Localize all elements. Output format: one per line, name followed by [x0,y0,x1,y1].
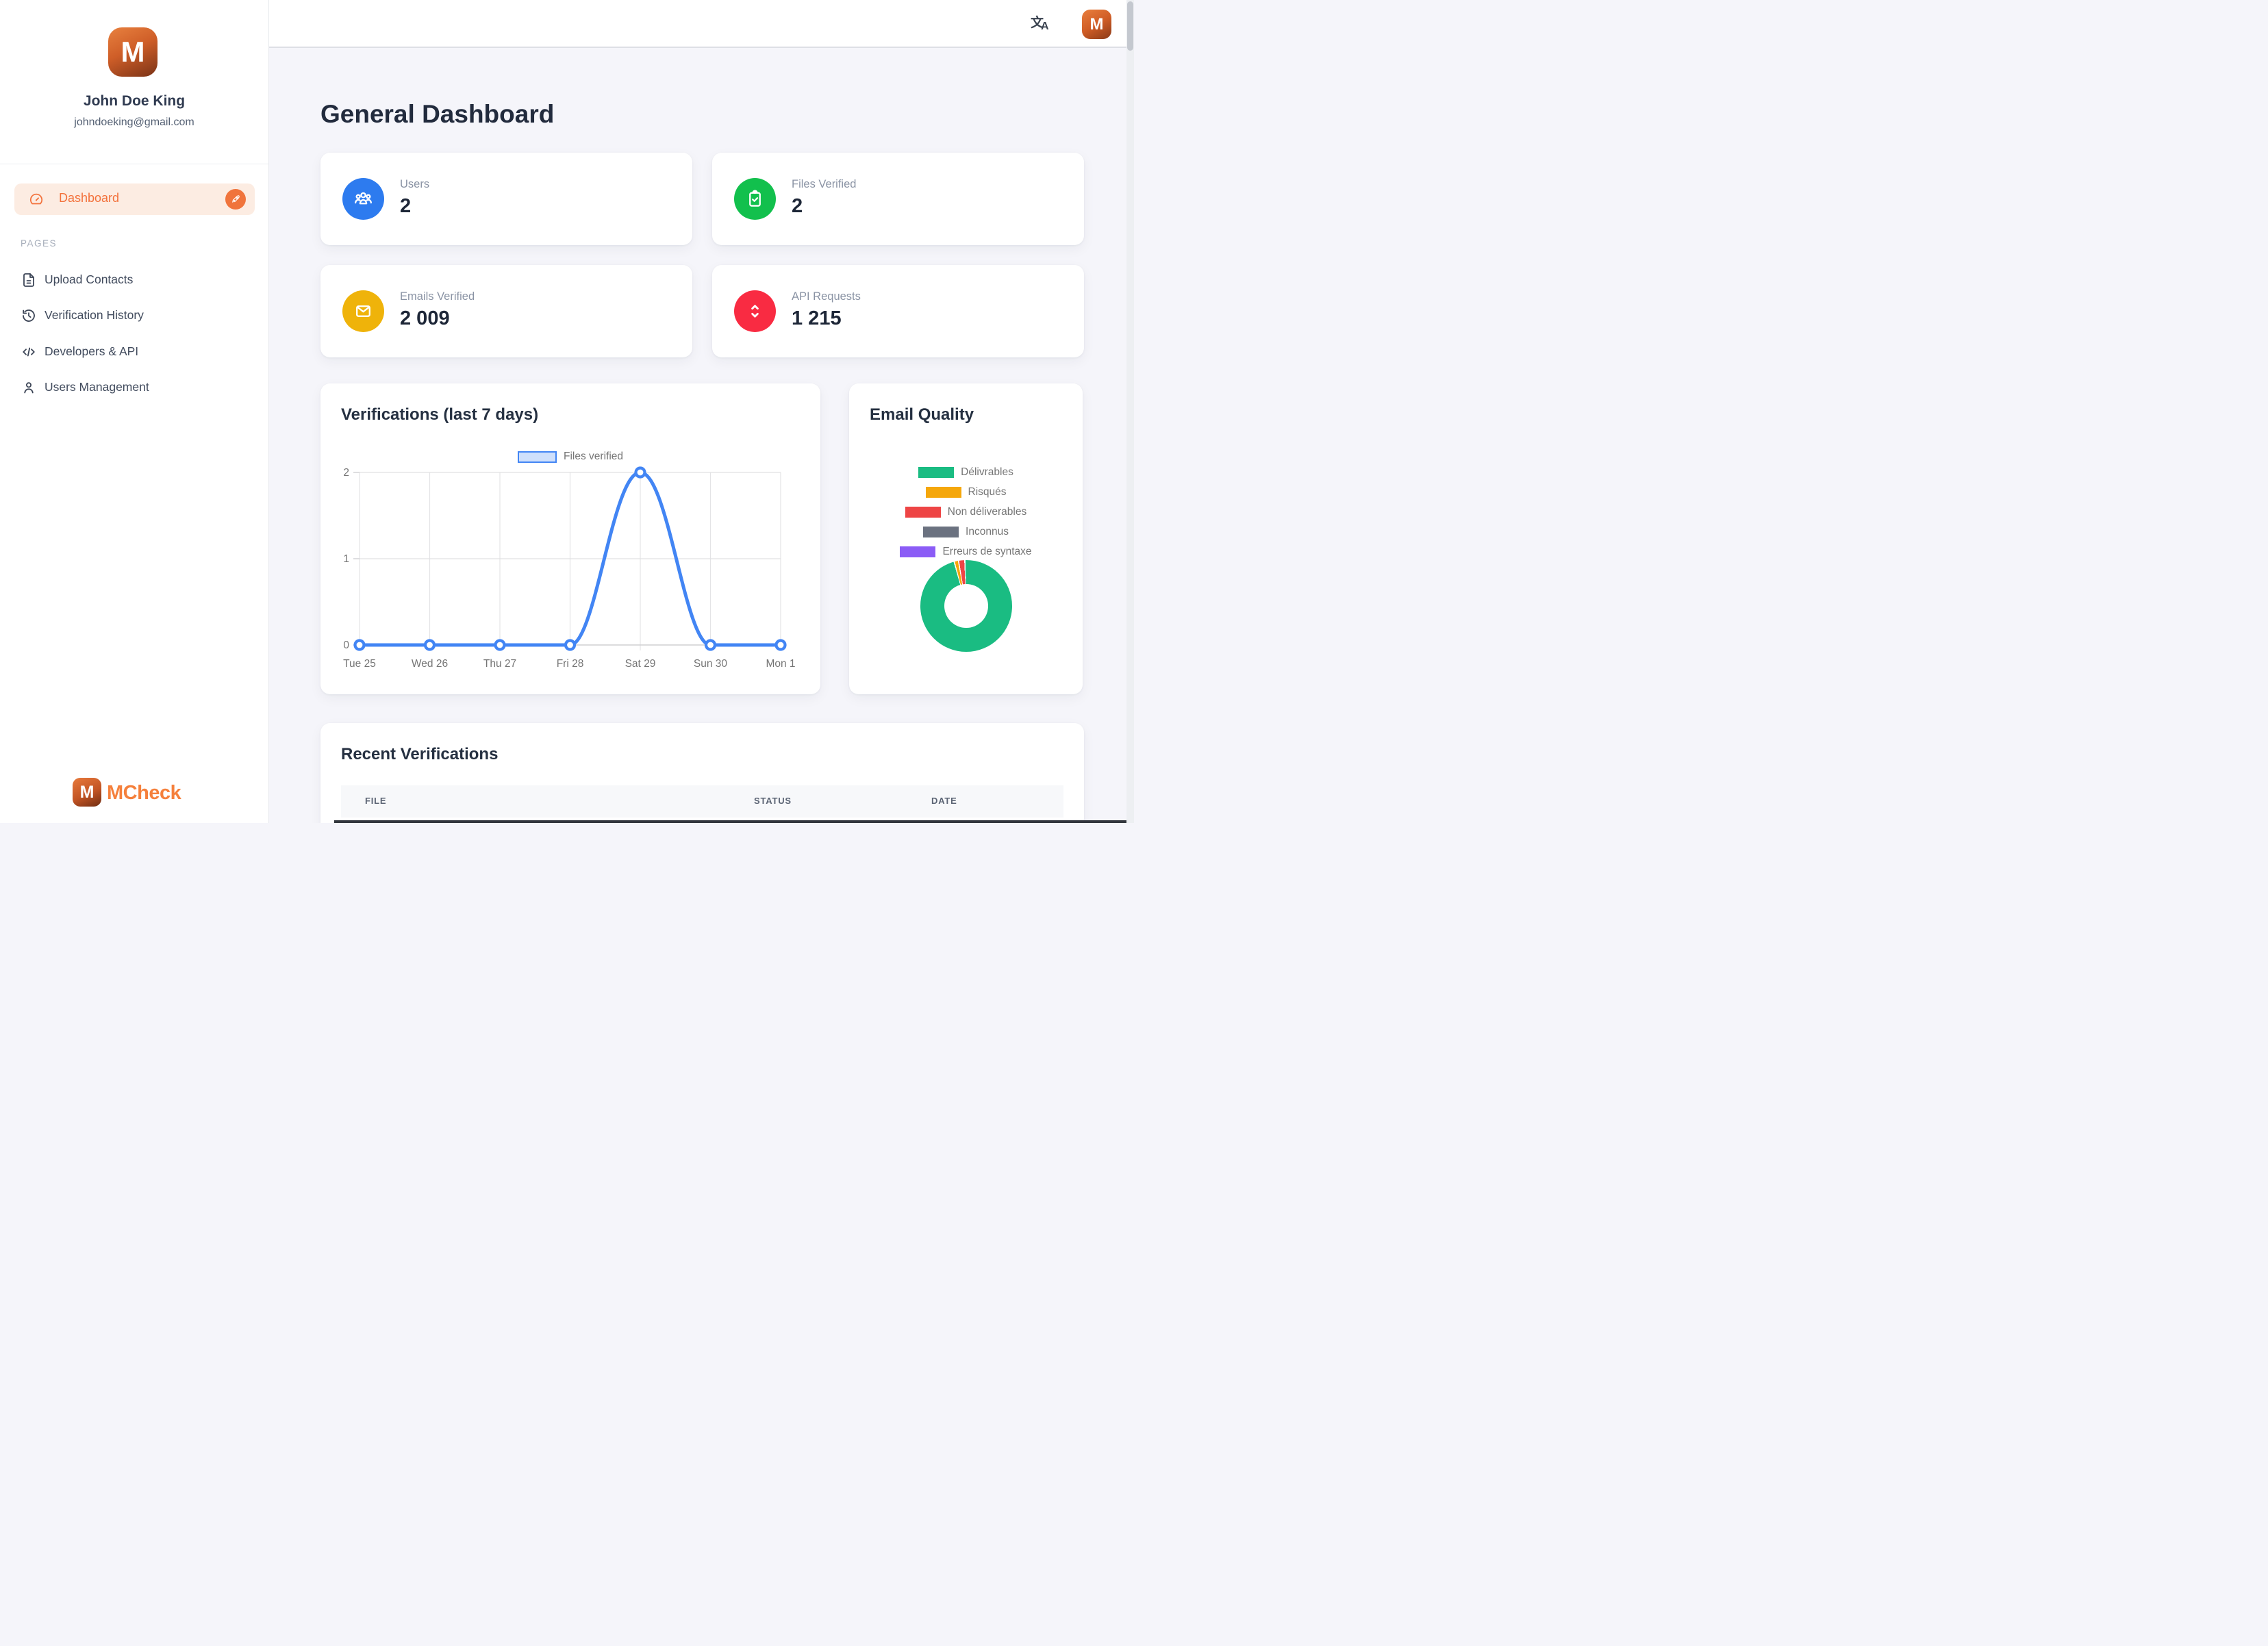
emails-stat-circle [342,290,384,332]
scrollbar-track[interactable] [1126,0,1134,823]
svg-text:1: 1 [343,553,349,565]
stat-card-files-verified: Files Verified 2 [712,153,1084,245]
files-stat-circle [734,178,776,220]
legend-label: Risqués [968,486,1007,498]
stat-label: API Requests [792,290,861,303]
svg-text:0: 0 [343,640,349,651]
mcheck-logo-icon: M [73,778,101,807]
legend-swatch [926,487,961,498]
scrollbar-thumb[interactable] [1127,1,1133,51]
legend-swatch [918,467,954,478]
page-title: General Dashboard [320,100,554,129]
stat-card-emails-verified: Emails Verified 2 009 [320,265,692,357]
legend-item-delivrables: Délivrables [918,467,1013,478]
avatar[interactable]: M [1082,10,1111,39]
code-icon [21,344,37,360]
users-icon [353,188,374,210]
sidebar-item-users-management[interactable]: Users Management [0,373,269,402]
svg-text:Sat 29: Sat 29 [625,658,656,670]
mcheck-wordmark: MCheck [107,782,181,805]
sidebar-item-label: Developers & API [45,344,138,359]
legend-swatch [905,507,941,518]
profile-section: M John Doe King johndoeking@gmail.com [0,0,268,164]
legend-item-inconnus: Inconnus [923,527,1009,537]
column-header-file: FILE [365,796,386,806]
column-header-status: STATUS [754,796,792,806]
stat-label: Files Verified [792,178,856,191]
translate-icon-letter: A [1041,21,1049,33]
history-icon [21,307,37,324]
svg-text:Fri 28: Fri 28 [557,658,584,670]
sidebar-item-label: Dashboard [59,191,119,205]
file-icon [21,272,37,288]
sidebar-item-upload-contacts[interactable]: Upload Contacts [0,266,269,294]
svg-text:Mon 1: Mon 1 [766,658,795,670]
sidebar-item-label: Verification History [45,308,144,322]
legend-label: Non déliverables [948,506,1026,518]
viewport-bottom-edge [334,820,1134,823]
sidebar-section-pages: PAGES [21,238,57,249]
column-header-date: DATE [931,796,957,806]
svg-text:2: 2 [343,467,349,479]
legend-item-risques: Risqués [926,487,1007,498]
table-header-row: FILE STATUS DATE [341,785,1063,818]
sidebar-item-label: Users Management [45,380,149,394]
gauge-icon [28,191,45,207]
user-email: johndoeking@gmail.com [0,116,268,129]
mail-icon [353,301,374,322]
app-root: M John Doe King johndoeking@gmail.com Da… [0,0,1134,823]
legend-swatch [900,546,935,557]
sidebar: M John Doe King johndoeking@gmail.com Da… [0,0,269,823]
legend-label: Délivrables [961,466,1013,479]
user-name: John Doe King [0,93,268,110]
topbar: 文 A M [269,0,1126,48]
stat-value: 2 009 [400,307,450,330]
y-axis-labels: 2 1 0 [343,467,349,651]
x-axis-labels: Tue 25 Wed 26 Thu 27 Fri 28 Sat 29 Sun 3… [343,658,795,670]
language-switch-button[interactable]: 文 A [1029,12,1053,36]
unfold-arrows-icon [744,301,766,322]
stat-value: 2 [792,195,803,218]
sidebar-item-verification-history[interactable]: Verification History [0,301,269,330]
svg-text:Wed 26: Wed 26 [412,658,448,670]
rocket-icon [229,193,242,205]
svg-text:Tue 25: Tue 25 [343,658,376,670]
stat-value: 2 [400,195,411,218]
sidebar-item-developers-api[interactable]: Developers & API [0,338,269,366]
stat-label: Users [400,178,429,191]
svg-text:Sun 30: Sun 30 [694,658,728,670]
sidebar-item-dashboard[interactable]: Dashboard [14,183,255,215]
rocket-badge [225,189,246,210]
api-stat-circle [734,290,776,332]
sidebar-item-label: Upload Contacts [45,273,133,287]
legend-label: Inconnus [966,526,1009,538]
verifications-chart-card: Verifications (last 7 days) Files verifi… [320,383,820,694]
app-logo: M [108,27,158,77]
user-icon [21,379,37,396]
email-quality-card: Email Quality Délivrables Risqués Non dé… [849,383,1083,694]
legend-label: Erreurs de syntaxe [942,546,1031,558]
recent-verifications-title: Recent Verifications [341,745,498,764]
email-quality-title: Email Quality [870,405,974,425]
legend-item-non-deliverables: Non déliverables [905,507,1026,518]
main-content: General Dashboard Users 2 [269,48,1134,823]
legend-item-erreurs-syntaxe: Erreurs de syntaxe [900,546,1031,557]
svg-text:Thu 27: Thu 27 [483,658,516,670]
clipboard-check-icon [744,188,766,210]
stat-value: 1 215 [792,307,842,330]
recent-verifications-card: Recent Verifications FILE STATUS DATE [320,723,1084,823]
users-stat-circle [342,178,384,220]
legend-swatch [923,527,959,537]
stat-card-users: Users 2 [320,153,692,245]
donut-chart [920,560,1012,652]
line-chart: 2 1 0 Tue 25 Wed 26 Thu 27 Fri 28 Sat 29… [320,383,820,694]
pie-legend: Délivrables Risqués Non déliverables Inc… [849,467,1083,566]
stat-label: Emails Verified [400,290,475,303]
stat-card-api-requests: API Requests 1 215 [712,265,1084,357]
